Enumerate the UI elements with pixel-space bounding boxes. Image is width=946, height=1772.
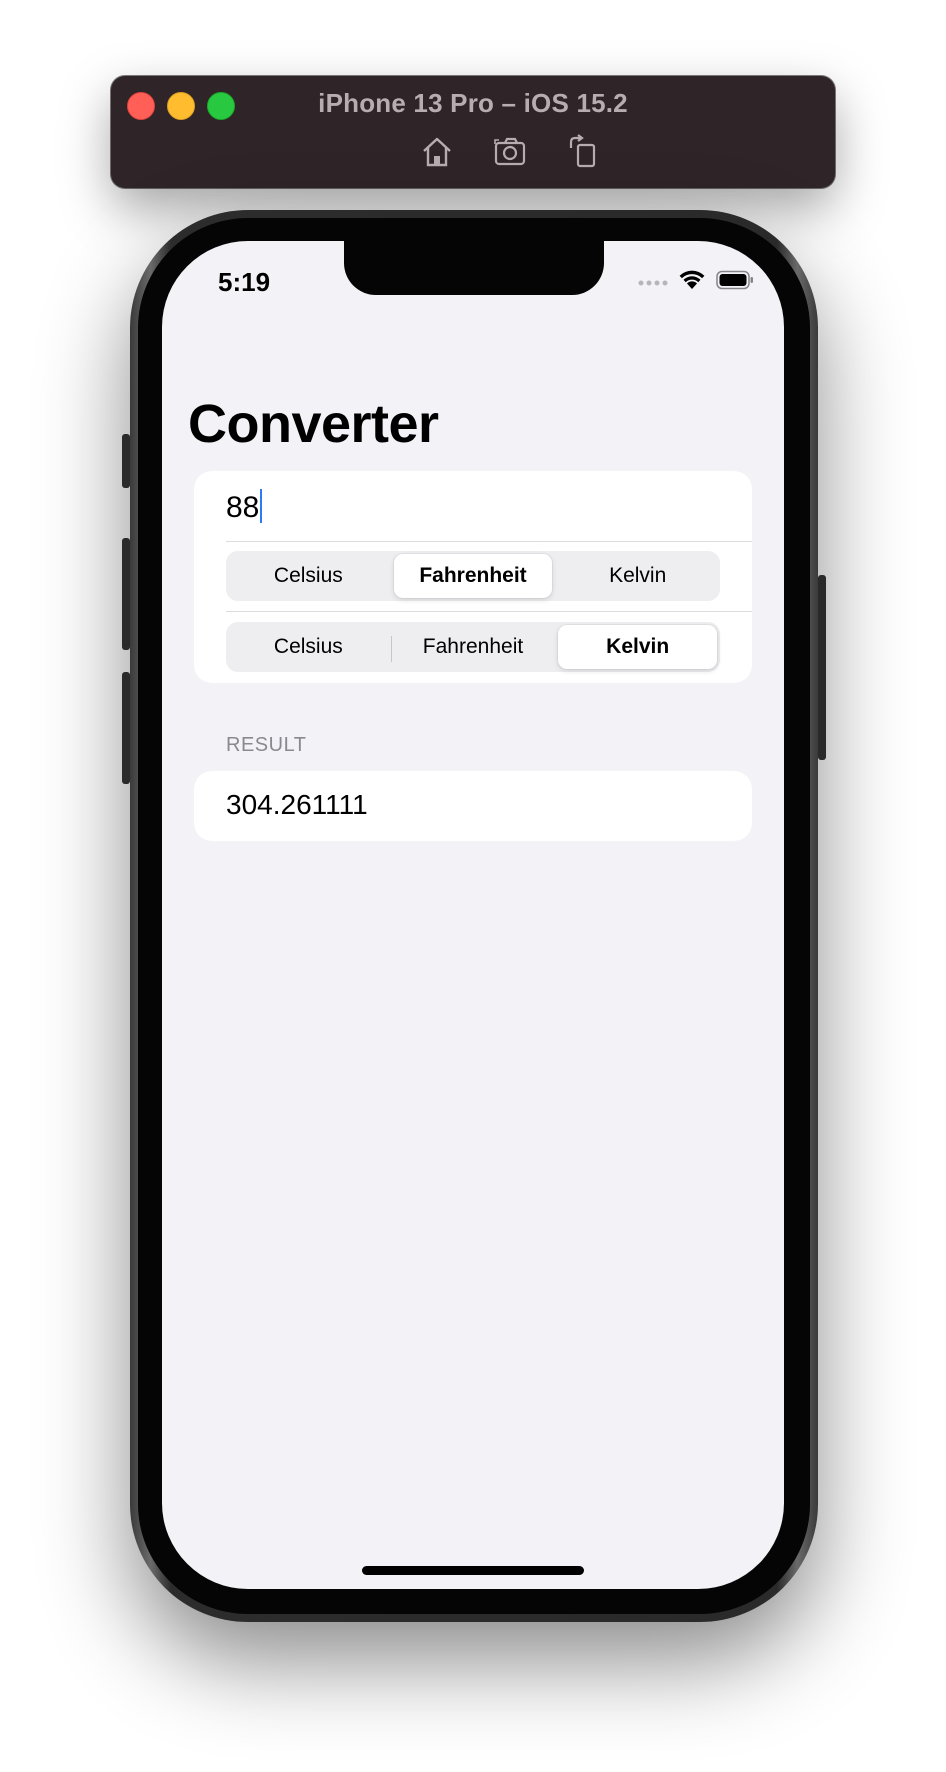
volume-up-button xyxy=(122,538,130,650)
mute-switch xyxy=(122,434,130,488)
notch xyxy=(344,241,604,295)
status-icons xyxy=(638,269,754,296)
input-unit-fahrenheit[interactable]: Fahrenheit xyxy=(393,554,553,598)
input-unit-picker[interactable]: Celsius Fahrenheit Kelvin xyxy=(226,551,720,601)
simulator-titlebar: iPhone 13 Pro – iOS 15.2 xyxy=(111,76,835,188)
page-title: Converter xyxy=(188,394,439,454)
home-icon[interactable] xyxy=(419,134,455,170)
battery-icon xyxy=(716,270,754,295)
rotate-icon[interactable] xyxy=(565,134,601,170)
status-time: 5:19 xyxy=(218,267,271,297)
result-value: 304.261111 xyxy=(226,789,368,820)
volume-down-button xyxy=(122,672,130,784)
input-unit-row: Celsius Fahrenheit Kelvin xyxy=(226,541,752,612)
home-indicator[interactable] xyxy=(362,1566,584,1575)
output-unit-picker[interactable]: Celsius Fahrenheit Kelvin xyxy=(226,622,720,672)
wifi-icon xyxy=(678,269,706,296)
app-screen: 5:19 Converter 88 Celsius Fahrenheit Kel… xyxy=(162,241,784,1589)
segment-divider xyxy=(390,636,392,662)
result-card: 304.261111 xyxy=(194,771,752,841)
window-title: iPhone 13 Pro – iOS 15.2 xyxy=(318,88,628,118)
output-unit-row: Celsius Fahrenheit Kelvin xyxy=(226,612,752,682)
output-unit-fahrenheit[interactable]: Fahrenheit xyxy=(394,625,553,669)
output-unit-celsius[interactable]: Celsius xyxy=(229,625,392,669)
text-caret xyxy=(260,489,263,523)
input-unit-kelvin[interactable]: Kelvin xyxy=(558,554,717,598)
converter-form: 88 Celsius Fahrenheit Kelvin Celsius Fah… xyxy=(194,471,752,683)
result-section-header: RESULT xyxy=(226,734,307,756)
value-input-row[interactable]: 88 xyxy=(226,471,752,542)
screenshot-icon[interactable] xyxy=(493,134,529,170)
input-unit-celsius[interactable]: Celsius xyxy=(229,554,388,598)
output-unit-kelvin[interactable]: Kelvin xyxy=(558,625,718,669)
power-button xyxy=(818,575,826,760)
value-input[interactable]: 88 xyxy=(226,489,263,525)
cellular-dots-icon xyxy=(638,274,668,292)
value-input-text: 88 xyxy=(226,491,260,524)
